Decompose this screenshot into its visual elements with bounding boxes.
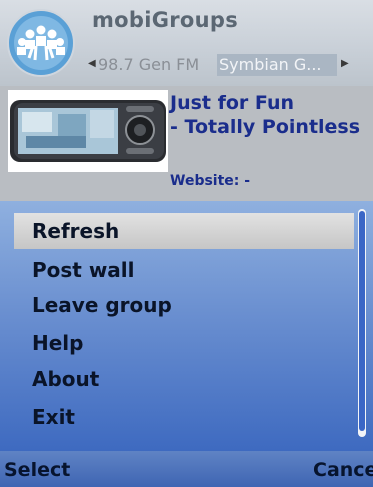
group-website: Website: - — [170, 173, 251, 189]
phone-screen: mobiGroups ◀ 98.7 Gen FM Symbian G... ▶ … — [0, 0, 373, 487]
mobigroups-logo-icon — [7, 9, 75, 77]
menu-item-about[interactable]: About — [32, 361, 99, 397]
group-name: Just for Fun - Totally Pointless — [170, 92, 361, 138]
options-menu: Refresh Post wall Leave group Help About… — [0, 201, 373, 451]
tab-previous-group[interactable]: 98.7 Gen FM — [98, 55, 199, 74]
arrow-right-icon[interactable]: ▶ — [341, 58, 349, 69]
menu-item-exit[interactable]: Exit — [32, 399, 75, 435]
select-softkey[interactable]: Select — [4, 459, 70, 481]
group-image — [8, 90, 168, 172]
menu-item-help[interactable]: Help — [32, 325, 83, 361]
app-title: mobiGroups — [92, 8, 239, 32]
menu-item-leave-group[interactable]: Leave group — [32, 287, 172, 323]
tab-active-group[interactable]: Symbian G... — [217, 54, 337, 76]
scrollbar-track — [359, 211, 365, 431]
group-tab-bar[interactable]: ◀ 98.7 Gen FM Symbian G... ▶ — [88, 54, 358, 78]
app-header: mobiGroups ◀ 98.7 Gen FM Symbian G... ▶ — [0, 0, 373, 86]
softkey-bar: Select Cancel — [0, 451, 373, 487]
cancel-softkey[interactable]: Cancel — [313, 459, 373, 481]
menu-item-post-wall[interactable]: Post wall — [32, 252, 135, 288]
group-info-panel: Just for Fun - Totally Pointless Website… — [0, 86, 373, 201]
menu-item-refresh[interactable]: Refresh — [32, 213, 119, 249]
menu-scrollbar[interactable] — [358, 209, 366, 437]
arrow-left-icon[interactable]: ◀ — [88, 58, 96, 69]
